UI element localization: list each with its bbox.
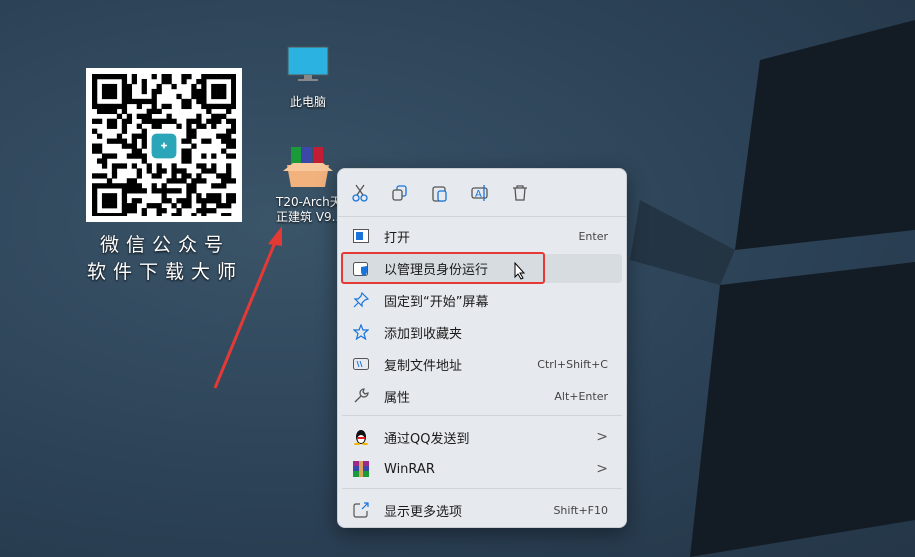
context-toolbar: A [338, 169, 626, 217]
rename-icon[interactable]: A [470, 183, 490, 203]
menu-item-open[interactable]: 打开 Enter [342, 222, 622, 250]
menu-label: 通过QQ发送到 [384, 431, 470, 447]
menu-label: 固定到“开始”屏幕 [384, 294, 489, 310]
winrar-icon [350, 461, 372, 477]
context-menu: A 打开 Enter 以管理员身份运行 固定到“开始”屏幕 添加到收藏夹 复制文件… [337, 168, 627, 528]
menu-item-winrar[interactable]: WinRAR > [342, 455, 622, 483]
copy-path-icon [350, 357, 372, 371]
menu-item-send-qq[interactable]: 通过QQ发送到 > [342, 423, 622, 451]
wrench-icon [350, 388, 372, 404]
copy-icon[interactable] [390, 183, 410, 203]
highlight-annotation [341, 252, 545, 284]
delete-icon[interactable] [510, 183, 530, 203]
qq-penguin-icon [350, 429, 372, 445]
menu-item-add-favorites[interactable]: 添加到收藏夹 [342, 318, 622, 346]
menu-item-properties[interactable]: 属性 Alt+Enter [342, 382, 622, 410]
menu-label: 显示更多选项 [384, 504, 463, 520]
shortcut: Alt+Enter [554, 389, 608, 403]
star-icon [350, 324, 372, 340]
menu-label: 属性 [384, 390, 411, 406]
menu-label: WinRAR [384, 461, 435, 477]
menu-label: 添加到收藏夹 [384, 326, 463, 342]
chevron-right-icon: > [596, 429, 608, 445]
separator [342, 488, 622, 489]
paste-icon[interactable] [430, 183, 450, 203]
cut-icon[interactable] [350, 183, 370, 203]
menu-item-show-more[interactable]: 显示更多选项 Shift+F10 [342, 496, 622, 524]
shortcut: Ctrl+Shift+C [537, 357, 608, 371]
pin-icon [350, 292, 372, 308]
svg-text:A: A [475, 189, 482, 200]
shortcut: Enter [578, 229, 608, 243]
menu-label: 打开 [384, 230, 411, 246]
menu-item-pin-start[interactable]: 固定到“开始”屏幕 [342, 286, 622, 314]
open-app-icon [350, 229, 372, 243]
separator [342, 415, 622, 416]
menu-label: 复制文件地址 [384, 358, 463, 374]
menu-item-copy-path[interactable]: 复制文件地址 Ctrl+Shift+C [342, 350, 622, 378]
chevron-right-icon: > [596, 461, 608, 477]
shortcut: Shift+F10 [553, 503, 608, 517]
expand-icon [350, 502, 372, 518]
